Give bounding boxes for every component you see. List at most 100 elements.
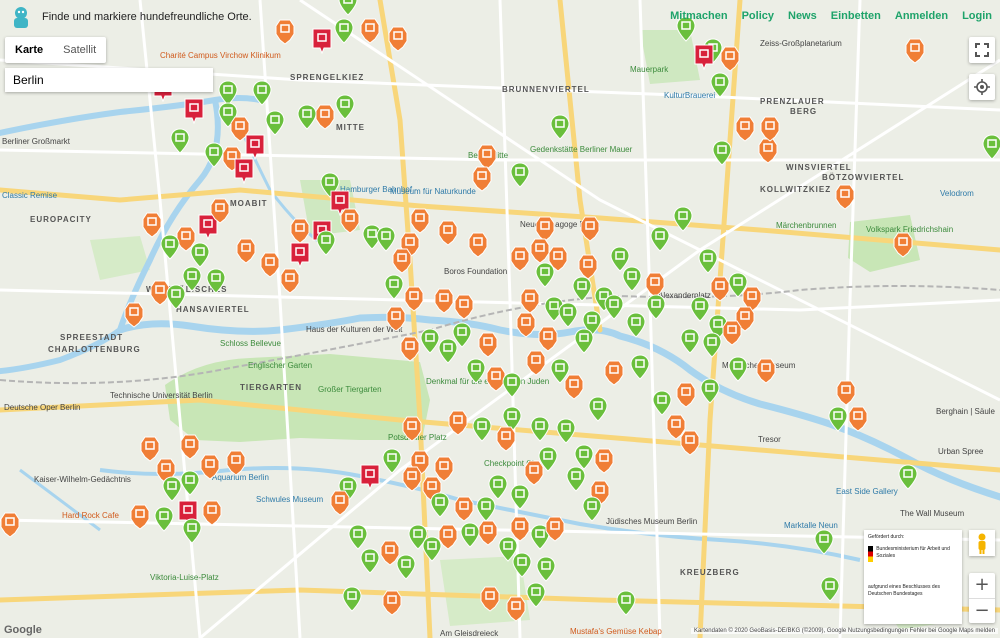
green-place-marker[interactable] bbox=[348, 524, 368, 550]
green-place-marker[interactable] bbox=[626, 312, 646, 338]
place-label[interactable]: Englischer Garten bbox=[248, 361, 312, 370]
orange-place-marker[interactable] bbox=[260, 252, 280, 278]
green-place-marker[interactable] bbox=[622, 266, 642, 292]
orange-place-marker[interactable] bbox=[526, 350, 546, 376]
green-place-marker[interactable] bbox=[204, 142, 224, 168]
place-label[interactable]: Jüdisches Museum Berlin bbox=[606, 517, 697, 526]
green-place-marker[interactable] bbox=[898, 464, 918, 490]
orange-place-marker[interactable] bbox=[548, 246, 568, 272]
red-place-marker[interactable] bbox=[184, 98, 204, 124]
orange-place-marker[interactable] bbox=[448, 410, 468, 436]
orange-place-marker[interactable] bbox=[520, 288, 540, 314]
place-label[interactable]: The Wall Museum bbox=[900, 509, 965, 518]
green-place-marker[interactable] bbox=[630, 354, 650, 380]
place-label[interactable]: Kaiser-Wilhelm-Gedächtnis bbox=[34, 475, 131, 484]
green-place-marker[interactable] bbox=[712, 140, 732, 166]
orange-place-marker[interactable] bbox=[454, 496, 474, 522]
orange-place-marker[interactable] bbox=[516, 312, 536, 338]
orange-place-marker[interactable] bbox=[315, 104, 335, 130]
green-place-marker[interactable] bbox=[728, 356, 748, 382]
fullscreen-button[interactable] bbox=[969, 37, 995, 63]
orange-place-marker[interactable] bbox=[400, 336, 420, 362]
orange-place-marker[interactable] bbox=[735, 116, 755, 142]
orange-place-marker[interactable] bbox=[472, 166, 492, 192]
green-place-marker[interactable] bbox=[316, 230, 336, 256]
orange-place-marker[interactable] bbox=[760, 116, 780, 142]
green-place-marker[interactable] bbox=[646, 294, 666, 320]
red-place-marker[interactable] bbox=[290, 242, 310, 268]
green-place-marker[interactable] bbox=[698, 248, 718, 274]
orange-place-marker[interactable] bbox=[722, 320, 742, 346]
green-place-marker[interactable] bbox=[820, 576, 840, 602]
green-place-marker[interactable] bbox=[512, 552, 532, 578]
green-place-marker[interactable] bbox=[828, 406, 848, 432]
green-place-marker[interactable] bbox=[652, 390, 672, 416]
orange-place-marker[interactable] bbox=[392, 248, 412, 274]
green-place-marker[interactable] bbox=[814, 529, 834, 555]
orange-place-marker[interactable] bbox=[720, 46, 740, 72]
green-place-marker[interactable] bbox=[538, 446, 558, 472]
place-label[interactable]: Mauerpark bbox=[630, 65, 669, 74]
place-label[interactable]: Zeiss-Großplanetarium bbox=[760, 39, 842, 48]
green-place-marker[interactable] bbox=[182, 518, 202, 544]
orange-place-marker[interactable] bbox=[506, 596, 526, 622]
orange-place-marker[interactable] bbox=[480, 586, 500, 612]
green-place-marker[interactable] bbox=[650, 226, 670, 252]
nav-einbetten[interactable]: Einbetten bbox=[831, 10, 881, 22]
place-label[interactable]: Gedenkstätte Berliner Mauer bbox=[530, 145, 633, 154]
orange-place-marker[interactable] bbox=[340, 208, 360, 234]
green-place-marker[interactable] bbox=[160, 234, 180, 260]
orange-place-marker[interactable] bbox=[680, 430, 700, 456]
orange-place-marker[interactable] bbox=[478, 520, 498, 546]
orange-place-marker[interactable] bbox=[510, 516, 530, 542]
green-place-marker[interactable] bbox=[206, 268, 226, 294]
orange-place-marker[interactable] bbox=[756, 358, 776, 384]
green-place-marker[interactable] bbox=[588, 396, 608, 422]
place-label[interactable]: Märchenbrunnen bbox=[776, 221, 836, 230]
orange-place-marker[interactable] bbox=[386, 306, 406, 332]
green-place-marker[interactable] bbox=[702, 332, 722, 358]
orange-place-marker[interactable] bbox=[604, 360, 624, 386]
dog-logo-icon[interactable] bbox=[8, 4, 34, 30]
green-place-marker[interactable] bbox=[582, 496, 602, 522]
orange-place-marker[interactable] bbox=[382, 590, 402, 616]
green-place-marker[interactable] bbox=[420, 328, 440, 354]
place-label[interactable]: Großer Tiergarten bbox=[318, 385, 382, 394]
green-place-marker[interactable] bbox=[384, 274, 404, 300]
place-label[interactable]: Tresor bbox=[758, 435, 781, 444]
place-label[interactable]: Deutsche Oper Berlin bbox=[4, 403, 80, 412]
nav-mitmachen[interactable]: Mitmachen bbox=[670, 10, 727, 22]
green-place-marker[interactable] bbox=[566, 466, 586, 492]
green-place-marker[interactable] bbox=[430, 492, 450, 518]
orange-place-marker[interactable] bbox=[710, 276, 730, 302]
orange-place-marker[interactable] bbox=[130, 504, 150, 530]
green-place-marker[interactable] bbox=[700, 378, 720, 404]
place-label[interactable]: Hamburger Bahnhof - bbox=[340, 185, 417, 194]
street-view-button[interactable] bbox=[969, 530, 995, 556]
orange-place-marker[interactable] bbox=[402, 466, 422, 492]
orange-place-marker[interactable] bbox=[438, 220, 458, 246]
orange-place-marker[interactable] bbox=[210, 198, 230, 224]
place-label[interactable]: Berghain | Säule bbox=[936, 407, 996, 416]
nav-login[interactable]: Login bbox=[962, 10, 992, 22]
green-place-marker[interactable] bbox=[690, 296, 710, 322]
place-label[interactable]: Hard Rock Cafe bbox=[62, 511, 119, 520]
place-label[interactable]: Schloss Bellevue bbox=[220, 339, 281, 348]
orange-place-marker[interactable] bbox=[836, 380, 856, 406]
green-place-marker[interactable] bbox=[604, 294, 624, 320]
place-label[interactable]: East Side Gallery bbox=[836, 487, 898, 496]
green-place-marker[interactable] bbox=[170, 128, 190, 154]
green-place-marker[interactable] bbox=[265, 110, 285, 136]
map-type-satellit[interactable]: Satellit bbox=[53, 37, 106, 63]
place-label[interactable]: Boros Foundation bbox=[444, 267, 507, 276]
zoom-out-button[interactable]: − bbox=[969, 599, 995, 624]
orange-place-marker[interactable] bbox=[564, 374, 584, 400]
green-place-marker[interactable] bbox=[556, 418, 576, 444]
green-place-marker[interactable] bbox=[502, 372, 522, 398]
green-place-marker[interactable] bbox=[472, 416, 492, 442]
green-place-marker[interactable] bbox=[335, 94, 355, 120]
orange-place-marker[interactable] bbox=[893, 232, 913, 258]
green-place-marker[interactable] bbox=[526, 582, 546, 608]
green-place-marker[interactable] bbox=[342, 586, 362, 612]
place-label[interactable]: Velodrom bbox=[940, 189, 974, 198]
